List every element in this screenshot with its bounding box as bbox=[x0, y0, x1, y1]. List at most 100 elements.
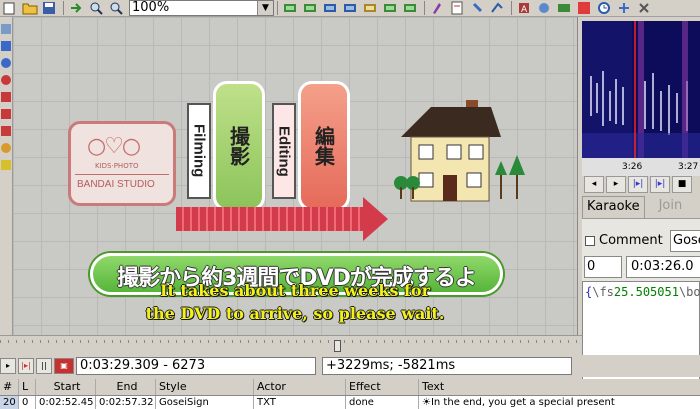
seek-thumb[interactable] bbox=[334, 340, 341, 352]
col-header-actor[interactable]: Actor bbox=[254, 379, 346, 395]
progress-arrow bbox=[176, 207, 366, 231]
right-panel: 3:26 3:27 ◂ ▸ |▸| |▸| ■ Karaoke Join Com… bbox=[582, 17, 700, 392]
options-icon[interactable] bbox=[617, 1, 633, 15]
pause-button[interactable]: || bbox=[36, 358, 52, 374]
video-layout-7-icon[interactable] bbox=[403, 1, 419, 15]
row-actor: TXT bbox=[254, 396, 346, 409]
row-start: 0:02:52.45 bbox=[36, 396, 96, 409]
resample-icon[interactable] bbox=[537, 1, 553, 15]
logo-hearts: ○♡○ bbox=[87, 134, 141, 159]
zoom-out-icon[interactable] bbox=[109, 1, 125, 15]
scale-tool-icon[interactable] bbox=[1, 92, 11, 102]
col-header-effect[interactable]: Effect bbox=[346, 379, 419, 395]
attachments-icon[interactable] bbox=[470, 1, 486, 15]
subtitle-line-1: It takes about three weeks for bbox=[159, 281, 431, 300]
subtitle-grid[interactable]: # L Start End Style Actor Effect Text 20… bbox=[0, 379, 700, 409]
standard-tool-icon[interactable] bbox=[1, 24, 11, 34]
video-playback-bar: ▸ |▸| || ▣ 0:03:29.309 - 6273 +3229ms; -… bbox=[0, 355, 700, 377]
row-text: ☀In the end, you get a special present bbox=[422, 397, 615, 408]
visual-tools-bar bbox=[0, 17, 13, 335]
logo-small-text: KIDS·PHOTO bbox=[95, 162, 139, 170]
step2-box: 編集 bbox=[298, 81, 350, 211]
clip-tool-icon[interactable] bbox=[1, 109, 11, 119]
row-effect: done bbox=[346, 396, 419, 409]
main-toolbar: 100% ▼ A bbox=[0, 0, 700, 17]
new-file-icon[interactable] bbox=[2, 1, 18, 15]
row-style: GoseiSign bbox=[156, 396, 254, 409]
col-header-text[interactable]: Text bbox=[419, 379, 700, 395]
zoom-in-icon[interactable] bbox=[89, 1, 105, 15]
timing-postprocessor-icon[interactable] bbox=[557, 1, 573, 15]
col-header-number[interactable]: # bbox=[0, 379, 19, 395]
audio-transport: ◂ ▸ |▸| |▸| ■ bbox=[582, 174, 700, 194]
current-time-field[interactable]: 0:03:29.309 - 6273 bbox=[76, 357, 316, 375]
house-illustration bbox=[394, 100, 525, 202]
play-line-button[interactable]: |▸| bbox=[18, 358, 34, 374]
style-dropdown[interactable]: Gose bbox=[670, 230, 700, 252]
row-end: 0:02:57.32 bbox=[96, 396, 156, 409]
play-selection-button[interactable]: |▸| bbox=[628, 175, 648, 193]
video-display[interactable]: ○♡○ KIDS·PHOTO BANDAI STUDIO Filming 撮影 … bbox=[13, 17, 577, 335]
layer-spinner[interactable]: 0 bbox=[584, 256, 622, 278]
start-time-field[interactable]: 0:03:26.0 bbox=[626, 256, 700, 278]
tab-join[interactable]: Join bbox=[644, 196, 687, 218]
audio-mode-tabs: Karaoke Join bbox=[582, 196, 700, 218]
chevron-down-icon[interactable]: ▼ bbox=[257, 1, 273, 15]
aegisub-window: 100% ▼ A ○♡○ KIDS·PHOTO BANDAI STUDIO Fi… bbox=[0, 0, 700, 409]
col-header-layer[interactable]: L bbox=[19, 379, 36, 395]
comment-label: Comment bbox=[599, 233, 663, 248]
arrow-head bbox=[363, 197, 388, 241]
timer-tool-icon[interactable] bbox=[1, 143, 11, 153]
styles-manager-icon[interactable] bbox=[430, 1, 446, 15]
step1-label: Filming bbox=[187, 103, 211, 199]
save-icon[interactable] bbox=[42, 1, 58, 15]
zoom-select[interactable]: 100% ▼ bbox=[129, 0, 274, 16]
studio-logo: ○♡○ KIDS·PHOTO BANDAI STUDIO bbox=[68, 121, 176, 206]
video-seek-slider[interactable] bbox=[0, 335, 582, 355]
tab-karaoke[interactable]: Karaoke bbox=[582, 196, 645, 218]
fonts-collector-icon[interactable]: A bbox=[517, 1, 533, 15]
clock-icon[interactable] bbox=[597, 1, 613, 15]
drag-tool-icon[interactable] bbox=[1, 41, 11, 51]
logo-name: BANDAI STUDIO bbox=[77, 179, 155, 190]
zoom-value: 100% bbox=[132, 0, 170, 15]
prev-line-button[interactable]: ◂ bbox=[584, 175, 604, 193]
col-header-end[interactable]: End bbox=[96, 379, 156, 395]
open-folder-icon[interactable] bbox=[22, 1, 38, 15]
time-tick-1: 3:26 bbox=[622, 162, 643, 172]
video-layout-6-icon[interactable] bbox=[383, 1, 399, 15]
help-tool-icon[interactable] bbox=[1, 160, 11, 170]
autoscroll-toggle-icon[interactable]: ▣ bbox=[54, 358, 74, 374]
video-layout-5-icon[interactable] bbox=[363, 1, 379, 15]
jump-to-icon[interactable] bbox=[69, 1, 85, 15]
row-number[interactable]: 20 bbox=[0, 396, 19, 409]
audio-spectrum[interactable] bbox=[582, 21, 700, 158]
col-header-style[interactable]: Style bbox=[156, 379, 254, 395]
col-header-start[interactable]: Start bbox=[36, 379, 96, 395]
help-icon[interactable] bbox=[637, 1, 653, 15]
play-line-button[interactable]: |▸| bbox=[650, 175, 670, 193]
translation-icon[interactable] bbox=[490, 1, 506, 15]
step1-box: 撮影 bbox=[213, 81, 265, 211]
kanji-timer-icon[interactable] bbox=[577, 1, 593, 15]
logo-divider bbox=[75, 174, 169, 175]
spectrum-graphic bbox=[582, 21, 700, 158]
toolbar-separator bbox=[511, 1, 512, 15]
rotate-z-tool-icon[interactable] bbox=[1, 58, 11, 68]
comment-checkbox-row[interactable]: Comment bbox=[585, 233, 663, 248]
toolbar-separator bbox=[424, 1, 425, 15]
video-layout-3-icon[interactable] bbox=[323, 1, 339, 15]
comment-checkbox[interactable] bbox=[585, 235, 595, 246]
video-layout-4-icon[interactable] bbox=[343, 1, 359, 15]
video-layout-1-icon[interactable] bbox=[283, 1, 299, 15]
vector-clip-tool-icon[interactable] bbox=[1, 126, 11, 136]
stop-button[interactable]: ■ bbox=[672, 175, 692, 193]
play-button[interactable]: ▸ bbox=[0, 358, 16, 374]
next-line-button[interactable]: ▸ bbox=[606, 175, 626, 193]
properties-icon[interactable] bbox=[450, 1, 466, 15]
rotate-xy-tool-icon[interactable] bbox=[1, 75, 11, 85]
offset-display: +3229ms; -5821ms bbox=[322, 357, 572, 375]
override-value: 25.505051 bbox=[613, 285, 679, 299]
video-layout-2-icon[interactable] bbox=[303, 1, 319, 15]
table-row[interactable]: 20 0 0:02:52.45 0:02:57.32 GoseiSign TXT… bbox=[0, 396, 700, 409]
